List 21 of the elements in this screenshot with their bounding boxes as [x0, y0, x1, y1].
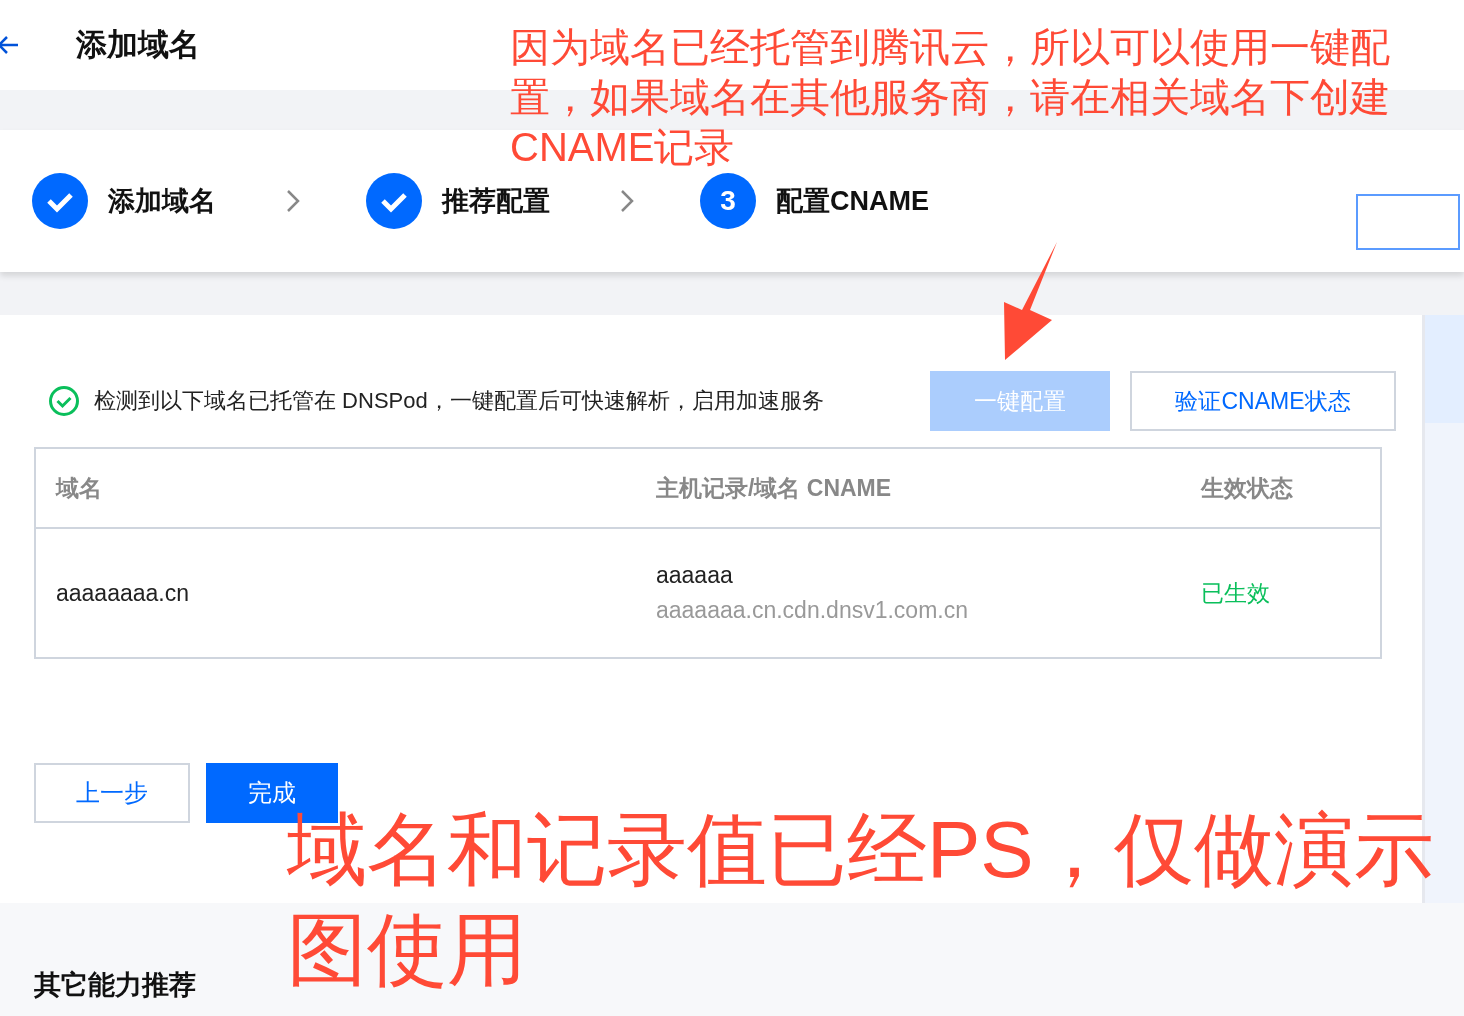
column-header: 生效状态 — [1201, 473, 1294, 503]
cname-value: aaaaaaa.cn.cdn.dnsv1.com.cn — [656, 597, 969, 624]
step-label: 添加域名 — [108, 185, 216, 218]
status-text: 已生效 — [1201, 578, 1271, 608]
step-number: 3 — [700, 173, 756, 229]
check-circle-icon — [48, 385, 80, 417]
step-label: 推荐配置 — [442, 185, 550, 218]
previous-button[interactable]: 上一步 — [34, 763, 190, 823]
chevron-right-icon — [286, 189, 300, 213]
chevron-right-icon — [620, 189, 634, 213]
column-header: 域名 — [56, 473, 103, 503]
step-label: 配置CNAME — [776, 185, 929, 218]
annotation-text: 因为域名已经托管到腾讯云，所以可以使用一键配置，如果域名在其他服务商，请在相关域名下创建CNAME记录 — [510, 24, 1391, 171]
verify-button[interactable]: 验证CNAME状态 — [1130, 371, 1396, 431]
column-header: 主机记录/域名 CNAME — [656, 473, 893, 503]
page-title: 添加域名 — [76, 26, 200, 64]
section-title: 其它能力推荐 — [34, 970, 196, 1000]
host-record: aaaaaa — [656, 562, 734, 589]
table-cell-text: aaaaaaaa.cn — [56, 579, 190, 607]
notice-text: 检测到以下域名已托管在 DNSPod，一键配置后可快速解析，启用加速服务 — [94, 387, 824, 415]
empty-button[interactable] — [1356, 194, 1460, 250]
